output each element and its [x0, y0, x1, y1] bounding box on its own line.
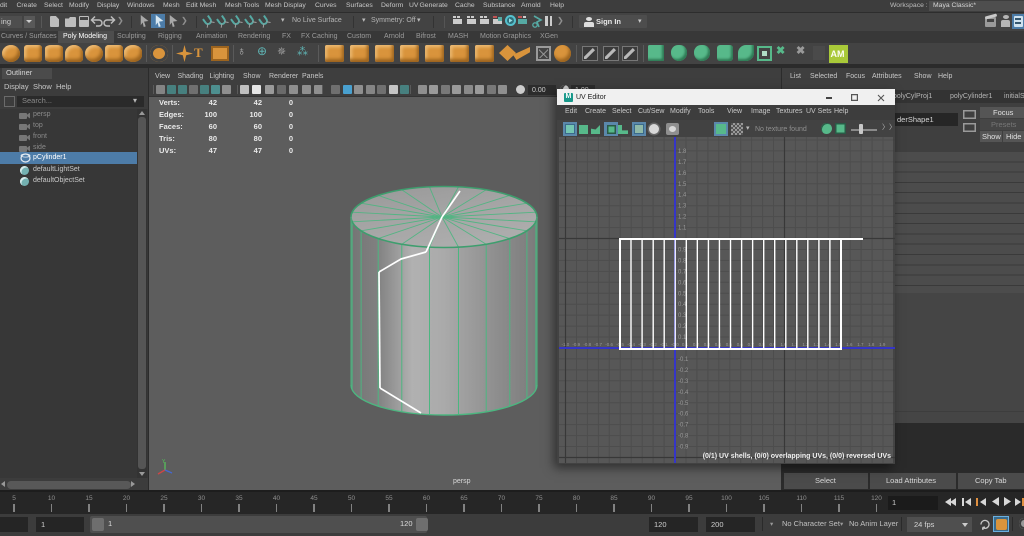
svg-text:1.7: 1.7	[678, 160, 687, 166]
svg-text:-0.2: -0.2	[678, 368, 689, 374]
svg-text:0.1: 0.1	[682, 342, 689, 347]
svg-text:0.3: 0.3	[704, 342, 711, 347]
svg-text:1.9: 1.9	[879, 342, 886, 347]
svg-text:-0.5: -0.5	[678, 401, 689, 407]
svg-text:-0.7: -0.7	[678, 423, 689, 429]
svg-text:-0.8: -0.8	[583, 342, 591, 347]
svg-text:-0.7: -0.7	[594, 342, 602, 347]
svg-text:-0.9: -0.9	[678, 445, 689, 451]
svg-text:-0.1: -0.1	[678, 357, 689, 363]
svg-text:1.8: 1.8	[868, 342, 875, 347]
svg-text:1.6: 1.6	[846, 342, 853, 347]
svg-text:0.2: 0.2	[693, 342, 700, 347]
svg-text:-1.0: -1.0	[562, 342, 570, 347]
svg-text:0.4: 0.4	[715, 342, 722, 347]
svg-text:-0.6: -0.6	[605, 342, 613, 347]
svg-text:0.6: 0.6	[737, 342, 744, 347]
svg-text:-0.4: -0.4	[678, 390, 689, 396]
svg-text:0.7: 0.7	[748, 342, 755, 347]
svg-text:-0.3: -0.3	[678, 379, 689, 385]
svg-text:1.8: 1.8	[678, 149, 687, 155]
svg-text:1.2: 1.2	[678, 215, 687, 221]
svg-text:1.7: 1.7	[857, 342, 864, 347]
svg-text:1.5: 1.5	[678, 182, 687, 188]
svg-text:-0.6: -0.6	[678, 412, 689, 418]
svg-text:-0.8: -0.8	[678, 434, 689, 440]
svg-text:0.5: 0.5	[726, 342, 733, 347]
svg-text:-0.9: -0.9	[572, 342, 580, 347]
svg-text:1.4: 1.4	[678, 193, 687, 199]
svg-text:1.6: 1.6	[678, 171, 687, 177]
svg-text:1.3: 1.3	[678, 204, 687, 210]
svg-text:1.1: 1.1	[678, 226, 687, 232]
